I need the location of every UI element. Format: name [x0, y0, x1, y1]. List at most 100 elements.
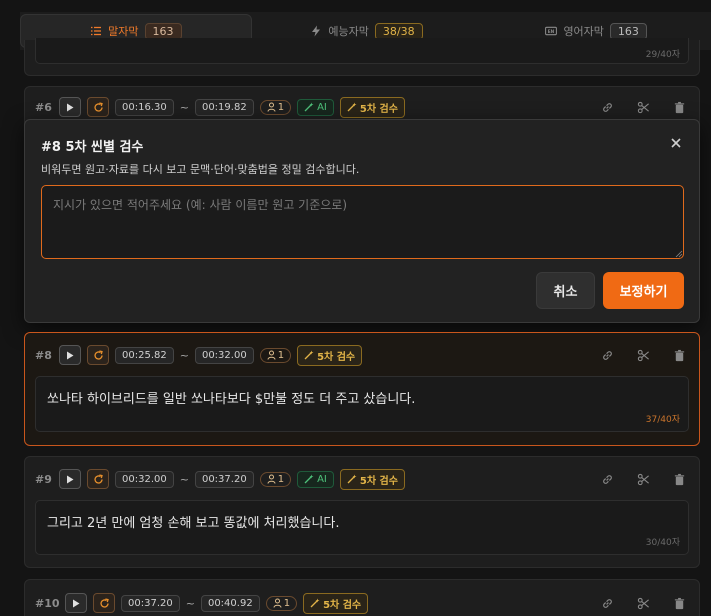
play-icon: [73, 599, 80, 607]
replay-button[interactable]: [87, 345, 109, 365]
link-button[interactable]: [597, 97, 617, 117]
end-time[interactable]: 00:40.92: [200, 594, 260, 612]
start-time[interactable]: 00:37.20: [121, 594, 180, 612]
subtitle-card-5: 29/40자: [24, 38, 700, 76]
ai-badge[interactable]: AI: [297, 470, 334, 488]
time-separator: ~: [179, 348, 189, 362]
end-time[interactable]: 00:37.20: [194, 470, 254, 488]
instruction-input[interactable]: [41, 185, 684, 259]
card-header: #9 00:32.00 ~ 00:37.20 1 AI 5차 검수: [35, 468, 689, 490]
card-number: #6: [35, 100, 52, 114]
trash-icon: [674, 597, 684, 609]
link-icon: [602, 350, 612, 360]
split-button[interactable]: [633, 469, 653, 489]
speaker-badge[interactable]: 1: [259, 99, 292, 115]
delete-button[interactable]: [669, 593, 689, 613]
replay-button[interactable]: [87, 97, 109, 117]
subtitle-text[interactable]: 쏘나타 하이브리드를 일반 쏘나타보다 $만불 정도 더 주고 샀습니다.: [47, 388, 415, 407]
link-icon: [602, 102, 612, 112]
subtitle-text-box[interactable]: 29/40자: [35, 38, 689, 64]
card-header: #10 00:37.20 ~ 00:40.92 1 5차 검수: [35, 592, 689, 614]
review-label: 5차 검수: [359, 475, 398, 487]
start-time[interactable]: 00:25.82: [115, 346, 174, 364]
tab-count: 38/38: [374, 22, 423, 40]
speaker-badge[interactable]: 1: [259, 471, 292, 487]
tab-label: 영어자막: [563, 25, 604, 38]
delete-button[interactable]: [669, 469, 689, 489]
subtitle-text[interactable]: 그리고 2년 만에 엄청 손해 보고 똥값에 처리했습니다.: [47, 512, 340, 531]
split-button[interactable]: [633, 97, 653, 117]
subtitle-text-box[interactable]: 그리고 2년 만에 엄청 손해 보고 똥값에 처리했습니다. 30/40자: [35, 500, 689, 555]
speaker-badge[interactable]: 1: [259, 347, 292, 363]
time-separator: ~: [179, 100, 189, 114]
magic-wand-icon: [347, 102, 357, 112]
tab-count: 163: [144, 22, 182, 40]
close-icon[interactable]: [669, 136, 683, 150]
split-button[interactable]: [633, 345, 653, 365]
person-icon: [267, 102, 276, 112]
review-badge[interactable]: 5차 검수: [303, 592, 369, 614]
time-separator: ~: [179, 472, 189, 486]
magic-wand-icon: [310, 598, 320, 608]
scissors-icon: [637, 349, 649, 361]
review-label: 5차 검수: [323, 599, 362, 611]
card-number: #9: [35, 472, 52, 486]
scissors-icon: [637, 101, 649, 113]
confirm-button[interactable]: 보정하기: [603, 272, 684, 309]
delete-button[interactable]: [669, 345, 689, 365]
speaker-number: 1: [277, 101, 285, 113]
trash-icon: [674, 473, 684, 485]
caption-icon: EN: [545, 26, 558, 36]
refresh-icon: [93, 101, 103, 112]
review-badge[interactable]: 5차 검수: [339, 468, 405, 490]
time-separator: ~: [185, 596, 195, 610]
start-time[interactable]: 00:32.00: [115, 470, 174, 488]
link-button[interactable]: [597, 593, 617, 613]
link-icon: [602, 474, 612, 484]
svg-text:EN: EN: [548, 29, 555, 35]
replay-button[interactable]: [93, 593, 115, 613]
link-button[interactable]: [597, 345, 617, 365]
refresh-icon: [93, 349, 103, 360]
dialog-title: #8 5차 씬별 검수: [41, 140, 144, 155]
ai-label: AI: [317, 101, 327, 113]
link-button[interactable]: [597, 469, 617, 489]
trash-icon: [674, 101, 684, 113]
card-header: #8 00:25.82 ~ 00:32.00 1 5차 검수: [35, 344, 689, 366]
review-label: 5차 검수: [317, 351, 356, 363]
ai-badge[interactable]: AI: [297, 98, 334, 116]
refresh-icon: [99, 597, 109, 608]
play-button[interactable]: [59, 345, 81, 365]
scene-review-dialog: #8 5차 씬별 검수 비워두면 원고·자료를 다시 보고 문맥·단어·맞춤법을…: [24, 119, 700, 323]
char-count: 29/40자: [645, 50, 680, 60]
ai-label: AI: [317, 473, 327, 485]
dialog-description: 비워두면 원고·자료를 다시 보고 문맥·단어·맞춤법을 정밀 검수합니다.: [41, 163, 360, 176]
tab-label: 예능자막: [328, 25, 369, 38]
scissors-icon: [637, 473, 649, 485]
end-time[interactable]: 00:32.00: [194, 346, 254, 364]
trash-icon: [674, 349, 684, 361]
start-time[interactable]: 00:16.30: [115, 98, 174, 116]
split-button[interactable]: [633, 593, 653, 613]
end-time[interactable]: 00:19.82: [194, 98, 254, 116]
scissors-icon: [637, 597, 649, 609]
subtitle-text-box[interactable]: 쏘나타 하이브리드를 일반 쏘나타보다 $만불 정도 더 주고 샀습니다. 37…: [35, 376, 689, 432]
review-badge[interactable]: 5차 검수: [297, 344, 363, 366]
speaker-badge[interactable]: 1: [265, 595, 298, 611]
list-icon: [91, 26, 102, 36]
subtitle-card-9: #9 00:32.00 ~ 00:37.20 1 AI 5차 검수 그리고 2년…: [24, 456, 700, 568]
play-button[interactable]: [59, 97, 81, 117]
play-button[interactable]: [59, 469, 81, 489]
magic-wand-icon: [347, 474, 357, 484]
link-icon: [602, 598, 612, 608]
magic-wand-icon: [304, 350, 314, 360]
review-badge[interactable]: 5차 검수: [339, 96, 405, 118]
cancel-button[interactable]: 취소: [536, 272, 595, 309]
speaker-number: 1: [277, 349, 285, 361]
refresh-icon: [93, 473, 103, 484]
resize-grip-icon[interactable]: [675, 250, 683, 258]
replay-button[interactable]: [87, 469, 109, 489]
play-button[interactable]: [65, 593, 87, 613]
delete-button[interactable]: [669, 97, 689, 117]
card-header: #6 00:16.30 ~ 00:19.82 1 AI 5차 검수: [35, 96, 689, 118]
